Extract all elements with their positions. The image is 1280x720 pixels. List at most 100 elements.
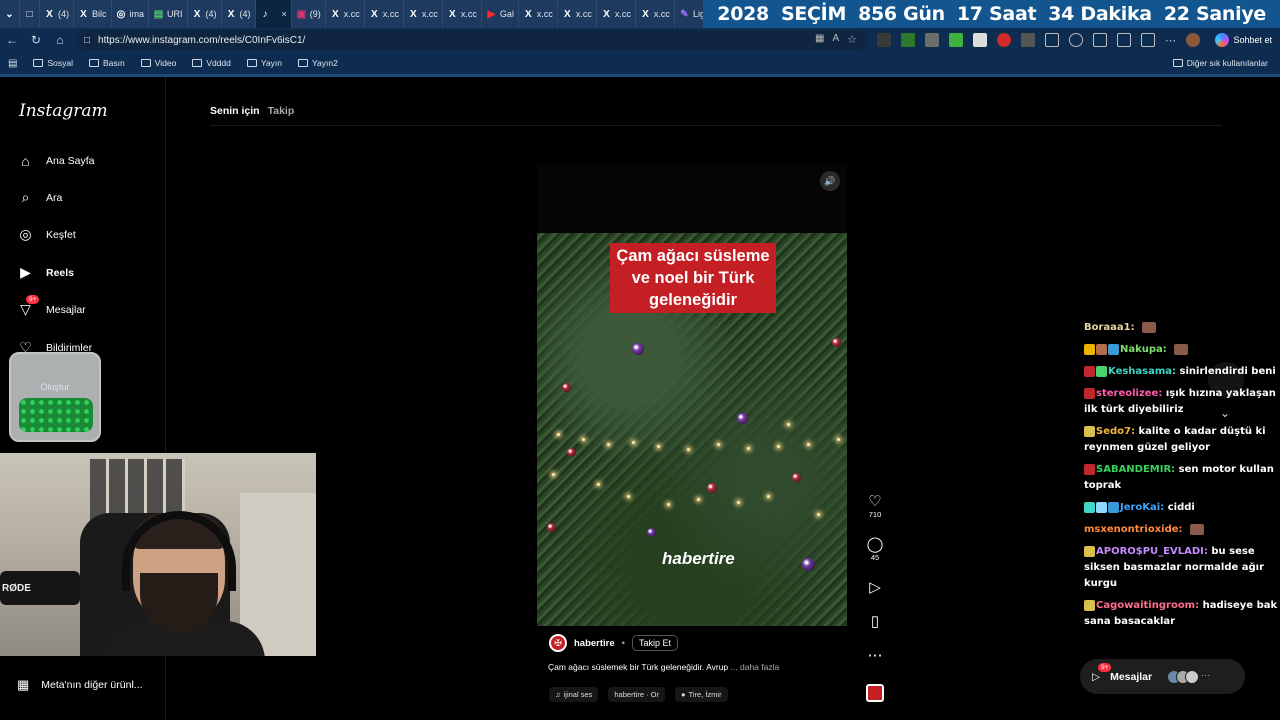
comment-button[interactable]: ◯ 45 [866, 537, 884, 563]
browser-tab[interactable]: X (4) [188, 0, 222, 28]
follow-button[interactable]: Takip Et [631, 635, 678, 651]
more-menu-icon[interactable]: ⋯ [1165, 34, 1176, 47]
extension-icon-1[interactable] [877, 33, 891, 47]
bookmark-folder[interactable]: Video [140, 58, 176, 68]
location-chip[interactable]: ● Tire, İzmir [675, 687, 728, 702]
author-avatar[interactable]: ✠ [549, 634, 567, 652]
tab-title: URI [167, 9, 183, 19]
browser-tab[interactable]: X Bilc [74, 0, 112, 28]
chevron-down-icon[interactable]: ⌄ [1220, 406, 1230, 420]
bookmark-list: Sosyal Basın Video Vdddd Yayın Yayın2 [33, 58, 353, 68]
sidebar-item-ana-sayfa[interactable]: ⌂ Ana Sayfa [17, 152, 94, 169]
reel-player[interactable]: Çam ağacı süsleme ve noel bir Türk gelen… [537, 164, 847, 716]
address-bar[interactable]: □ https://www.instagram.com/reels/C0InFv… [76, 30, 866, 50]
like-button[interactable]: ♡ 710 [866, 494, 884, 520]
chat-badge-icon [1084, 425, 1095, 437]
home-button-icon[interactable]: ⌂ [48, 28, 72, 52]
browser-tab[interactable]: Xx.cc [519, 0, 558, 28]
messages-pill[interactable]: ▷ 9+ Mesajlar ⋯ [1080, 659, 1245, 694]
browser-tab[interactable]: Xx.cc [597, 0, 636, 28]
browser-tab[interactable]: X (4) [222, 0, 256, 28]
share-button[interactable]: ▷ [866, 580, 884, 596]
browser-tab[interactable]: Xx.cc [558, 0, 597, 28]
audio-thumbnail-button[interactable] [866, 684, 884, 702]
sidebar-toggle-icon[interactable]: ▤ [8, 58, 17, 69]
browser-tab[interactable]: ▤ URI [149, 0, 188, 28]
reel-video[interactable]: Çam ağacı süsleme ve noel bir Türk gelen… [537, 233, 847, 646]
browser-tab[interactable]: Xx.cc [443, 0, 482, 28]
browser-tab[interactable]: Xx.cc [404, 0, 443, 28]
chat-badge-icon [1084, 599, 1095, 611]
extension-icon-7[interactable] [1021, 33, 1035, 47]
author-name[interactable]: habertire [574, 638, 615, 649]
other-bookmarks[interactable]: Diğer sık kullanılanlar [1172, 58, 1268, 68]
browser-tab[interactable]: ▣ (9) [292, 0, 326, 28]
sidebar-item-mesajlar[interactable]: ▽ 9+ Mesajlar [17, 295, 86, 318]
collections-icon[interactable] [1117, 33, 1131, 47]
app-available-icon[interactable]: ▦ [815, 33, 824, 46]
bookmark-label: Yayın [260, 58, 283, 68]
profile-avatar[interactable] [1186, 33, 1200, 47]
url-text[interactable]: https://www.instagram.com/reels/C0InFv6i… [98, 35, 305, 46]
browser-tab[interactable]: X (4) [40, 0, 74, 28]
sidebar-item-ara[interactable]: ⌕ Ara [17, 189, 63, 206]
audio-chip[interactable]: ♫ ijinal ses [549, 687, 599, 702]
reel-description[interactable]: Çam ağacı süslemek bir Türk geleneğidir.… [548, 662, 779, 672]
back-icon[interactable]: ← [0, 28, 24, 52]
extension-icon-8[interactable] [1045, 33, 1059, 47]
browser-tab[interactable]: ◎ ima [112, 0, 150, 28]
favorite-star-icon[interactable]: ☆ [847, 33, 857, 46]
extensions-bar: ⋯ [877, 33, 1200, 47]
bookmark-folder[interactable]: Yayın [246, 58, 283, 68]
ornament-ball [562, 383, 571, 392]
sidebar-item-reels[interactable]: ▶ Reels [17, 264, 74, 281]
tab-title: x.cc [653, 9, 670, 19]
tab-for-you[interactable]: Senin için [210, 105, 260, 117]
refresh-icon[interactable]: ↻ [24, 28, 48, 52]
bookmark-folder[interactable]: Sosyal [33, 58, 73, 68]
browser-tab[interactable]: Xx.cc [636, 0, 675, 28]
browser-tab[interactable]: ♪ × [255, 0, 292, 28]
string-light [557, 433, 560, 436]
extension-icon-3[interactable] [925, 33, 939, 47]
sidebar-item-keşfet[interactable]: ◎ Keşfet [17, 226, 75, 243]
string-light [777, 445, 780, 448]
chat-username: stereolizee: [1096, 388, 1163, 399]
extension-icon-6[interactable] [997, 33, 1011, 47]
extension-icon-9[interactable] [1069, 33, 1083, 47]
close-tab-icon[interactable]: × [282, 9, 287, 19]
globe-icon: ◎ [116, 8, 126, 20]
bookmark-folder[interactable]: Basın [88, 58, 125, 68]
save-button[interactable]: ▯ [866, 614, 884, 630]
more-options-button[interactable]: ⋯ [866, 648, 884, 664]
site-info-icon[interactable]: □ [84, 35, 90, 46]
tab-title: (4) [58, 9, 69, 19]
feed-tabs: Senin için Takip [210, 105, 294, 117]
mute-toggle-button[interactable]: 🔊 [820, 171, 840, 191]
more-link[interactable]: ... daha fazla [731, 662, 780, 672]
favorites-icon[interactable] [1093, 33, 1107, 47]
browser-tab[interactable]: Xx.cc [365, 0, 404, 28]
string-light [697, 498, 700, 501]
extension-icon-5[interactable] [973, 33, 987, 47]
copilot-sidebar-icon[interactable] [1141, 33, 1155, 47]
browser-tab[interactable]: □ [20, 0, 40, 28]
browser-tab[interactable]: Xx.cc [326, 0, 365, 28]
copilot-chat-button[interactable]: Sohbet et [1215, 31, 1272, 49]
instagram-logo[interactable]: Instagram [19, 101, 108, 121]
bookmark-folder[interactable]: Yayın2 [298, 58, 338, 68]
bookmark-folder[interactable]: Vdddd [192, 58, 231, 68]
extension-icon-4[interactable] [949, 33, 963, 47]
tab-following[interactable]: Takip [268, 105, 295, 117]
browser-tab[interactable]: ⌄ [0, 0, 20, 28]
audio-source-chip[interactable]: habertire · Or [608, 687, 665, 702]
browser-tab[interactable]: ▶ Gal [482, 0, 519, 28]
chat-message: Keshasama: sinirlendirdi beni [1084, 364, 1280, 380]
bookmark-label: Sosyal [47, 58, 73, 68]
string-light [747, 447, 750, 450]
extension-icon-2[interactable] [901, 33, 915, 47]
meta-products-link[interactable]: ▦ Meta'nın diğer ürünl... [17, 677, 143, 693]
tab-title: x.cc [614, 9, 631, 19]
read-aloud-icon[interactable]: A [832, 33, 839, 46]
messages-pill-label: Mesajlar [1110, 670, 1153, 683]
